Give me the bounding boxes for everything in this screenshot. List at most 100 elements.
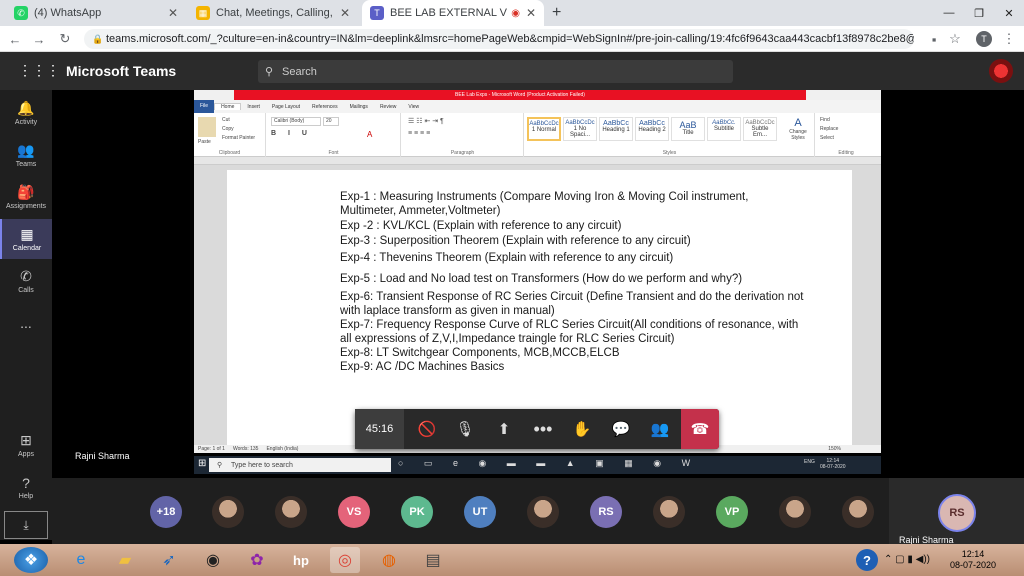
close-icon[interactable]: ✕ <box>526 6 536 20</box>
participant-avatar[interactable]: VS <box>338 496 370 528</box>
participant-photo-avatar[interactable] <box>653 496 685 528</box>
tray-icons[interactable]: ⌃ ▢ ▮ ◀)) <box>884 554 930 565</box>
calculator-icon[interactable]: ▤ <box>418 547 448 573</box>
restore-icon[interactable]: ❐ <box>964 0 994 26</box>
word-tab-review[interactable]: Review <box>374 104 402 110</box>
participants-icon[interactable]: 👥 <box>641 409 679 449</box>
rail-help[interactable]: ? Help <box>0 467 52 507</box>
more-actions-icon[interactable]: ••• <box>524 409 562 449</box>
document-page[interactable]: Exp-1 : Measuring Instruments (Compare M… <box>227 170 852 445</box>
list-icons[interactable]: ☰ ☷ ⇤ ⇥ ¶ <box>408 117 444 125</box>
back-icon[interactable]: ← <box>6 30 24 48</box>
firefox-icon[interactable]: ◍ <box>374 547 404 573</box>
hp-icon[interactable]: hp <box>286 547 316 573</box>
rail-label: Activity <box>14 119 38 126</box>
change-styles-button[interactable]: A Change Styles <box>783 117 813 141</box>
close-icon[interactable]: ✕ <box>340 6 350 20</box>
ie-icon[interactable]: e <box>66 547 96 573</box>
word-tab-mailings[interactable]: Mailings <box>344 104 374 110</box>
close-window-icon[interactable]: ✕ <box>994 0 1024 26</box>
start-orb-icon[interactable]: ❖ <box>14 547 48 573</box>
bold-italic-underline-icons[interactable]: B I U <box>271 130 312 137</box>
participant-photo-avatar[interactable] <box>527 496 559 528</box>
participant-photo-avatar[interactable] <box>212 496 244 528</box>
participant-avatar[interactable]: RS <box>590 496 622 528</box>
align-icons[interactable]: ≡ ≡ ≡ ≡ <box>408 130 430 137</box>
font-size-field[interactable]: 20 <box>323 117 339 126</box>
style-heading-1[interactable]: AaBbCc Heading 1 <box>599 117 633 141</box>
reload-icon[interactable]: ↻ <box>56 30 74 48</box>
download-icon[interactable]: ⤓ <box>4 511 48 539</box>
participant-photo-avatar[interactable] <box>779 496 811 528</box>
camera-icon[interactable]: ▪ <box>925 30 943 48</box>
style-subtitle[interactable]: AaBbCc. Subtitle <box>707 117 741 141</box>
url-field[interactable]: 🔒 teams.microsoft.com/_?culture=en-in&co… <box>84 29 914 49</box>
new-tab-button[interactable]: + <box>552 4 561 22</box>
paste-icon[interactable] <box>198 117 216 137</box>
word-tab-references[interactable]: References <box>306 104 344 110</box>
presenter-name: Rajni Sharma <box>75 451 130 461</box>
minimize-icon[interactable]: — <box>934 0 964 26</box>
participant-avatar[interactable]: PK <box>401 496 433 528</box>
replace-button[interactable]: Replace <box>820 126 838 132</box>
select-button[interactable]: Select <box>820 135 834 141</box>
cut-button[interactable]: Cut <box>222 117 230 123</box>
style-subtle-emphasis[interactable]: AaBbCcDc Subtle Em... <box>743 117 777 141</box>
chat-icon[interactable]: 💬 <box>602 409 640 449</box>
folder-icon[interactable]: ▰ <box>110 547 140 573</box>
rail-teams[interactable]: 👥 Teams <box>0 135 52 175</box>
participant-photo-avatar[interactable] <box>275 496 307 528</box>
user-avatar[interactable] <box>989 59 1013 83</box>
close-icon[interactable]: ✕ <box>168 6 178 20</box>
chrome-icon[interactable]: ◎ <box>330 547 360 573</box>
rail-calendar[interactable]: ▦ Calendar <box>0 219 52 259</box>
system-clock[interactable]: 12:14 08-07-2020 <box>950 549 996 571</box>
help-icon[interactable]: ? <box>856 549 878 571</box>
app-launcher-icon[interactable]: ⋮⋮⋮ <box>18 62 60 79</box>
profile-avatar[interactable]: T <box>976 31 992 47</box>
tab-whatsapp[interactable]: ✆ (4) WhatsApp ✕ <box>6 0 186 26</box>
style-heading-2[interactable]: AaBbCc Heading 2 <box>635 117 669 141</box>
font-name-field[interactable]: Calibri (Body) <box>271 117 321 126</box>
rocket-icon[interactable]: ➶ <box>154 547 184 573</box>
forward-icon[interactable]: → <box>30 30 48 48</box>
camera-app-icon[interactable]: ◉ <box>198 547 228 573</box>
participant-avatar[interactable]: +18 <box>150 496 182 528</box>
font-color-icon[interactable]: A <box>367 130 372 139</box>
teams-icon: 👥 <box>17 142 35 158</box>
style-title[interactable]: AaB Title <box>671 117 705 141</box>
word-tab-view[interactable]: View <box>402 104 425 110</box>
style-normal[interactable]: AaBbCcDc 1 Normal <box>527 117 561 141</box>
word-tab-file[interactable]: File <box>194 100 215 113</box>
star-icon[interactable]: ☆ <box>946 30 964 48</box>
raise-hand-icon[interactable]: ✋ <box>563 409 601 449</box>
share-screen-icon[interactable]: ⬆ <box>485 409 523 449</box>
tab-meeting[interactable]: T BEE LAB EXTERNAL VIVA (Me ◉ ✕ <box>362 0 544 26</box>
rail-assignments[interactable]: 🎒 Assignments <box>0 177 52 217</box>
zoom-level[interactable]: 150% <box>828 446 841 452</box>
camera-off-icon[interactable]: 🚫 <box>408 409 446 449</box>
word-tab-page-layout[interactable]: Page Layout <box>266 104 306 110</box>
menu-icon[interactable]: ⋮ <box>1000 30 1018 48</box>
mic-muted-icon[interactable]: 🎙 <box>446 409 484 449</box>
hang-up-button[interactable]: ☎ <box>681 409 719 449</box>
paint-icon[interactable]: ✿ <box>242 547 272 573</box>
word-tab-home[interactable]: Home <box>214 103 242 110</box>
rail-apps[interactable]: ⊞ Apps <box>0 425 52 465</box>
group-label: Styles <box>662 150 677 156</box>
copy-button[interactable]: Copy <box>222 126 234 132</box>
participant-photo-avatar[interactable] <box>842 496 874 528</box>
format-painter-button[interactable]: Format Painter <box>222 135 255 141</box>
rail-activity[interactable]: 🔔 Activity <box>0 93 52 133</box>
tab-teams-home[interactable]: ▦ Chat, Meetings, Calling, Collabor ✕ <box>188 0 358 26</box>
word-tab-insert[interactable]: Insert <box>241 104 266 110</box>
participant-avatar[interactable]: VP <box>716 496 748 528</box>
rail-calls[interactable]: ✆ Calls <box>0 261 52 301</box>
rail-more[interactable]: ... <box>0 303 52 343</box>
participant-avatar[interactable]: UT <box>464 496 496 528</box>
search-input[interactable]: ⚲ Search <box>258 60 733 83</box>
clock-time: 12:14 <box>961 549 985 559</box>
word-ribbon-tabs: File Home Insert Page Layout References … <box>194 100 881 113</box>
find-button[interactable]: Find <box>820 117 830 123</box>
style-no-spacing[interactable]: AaBbCcDc 1 No Spaci... <box>563 117 597 141</box>
